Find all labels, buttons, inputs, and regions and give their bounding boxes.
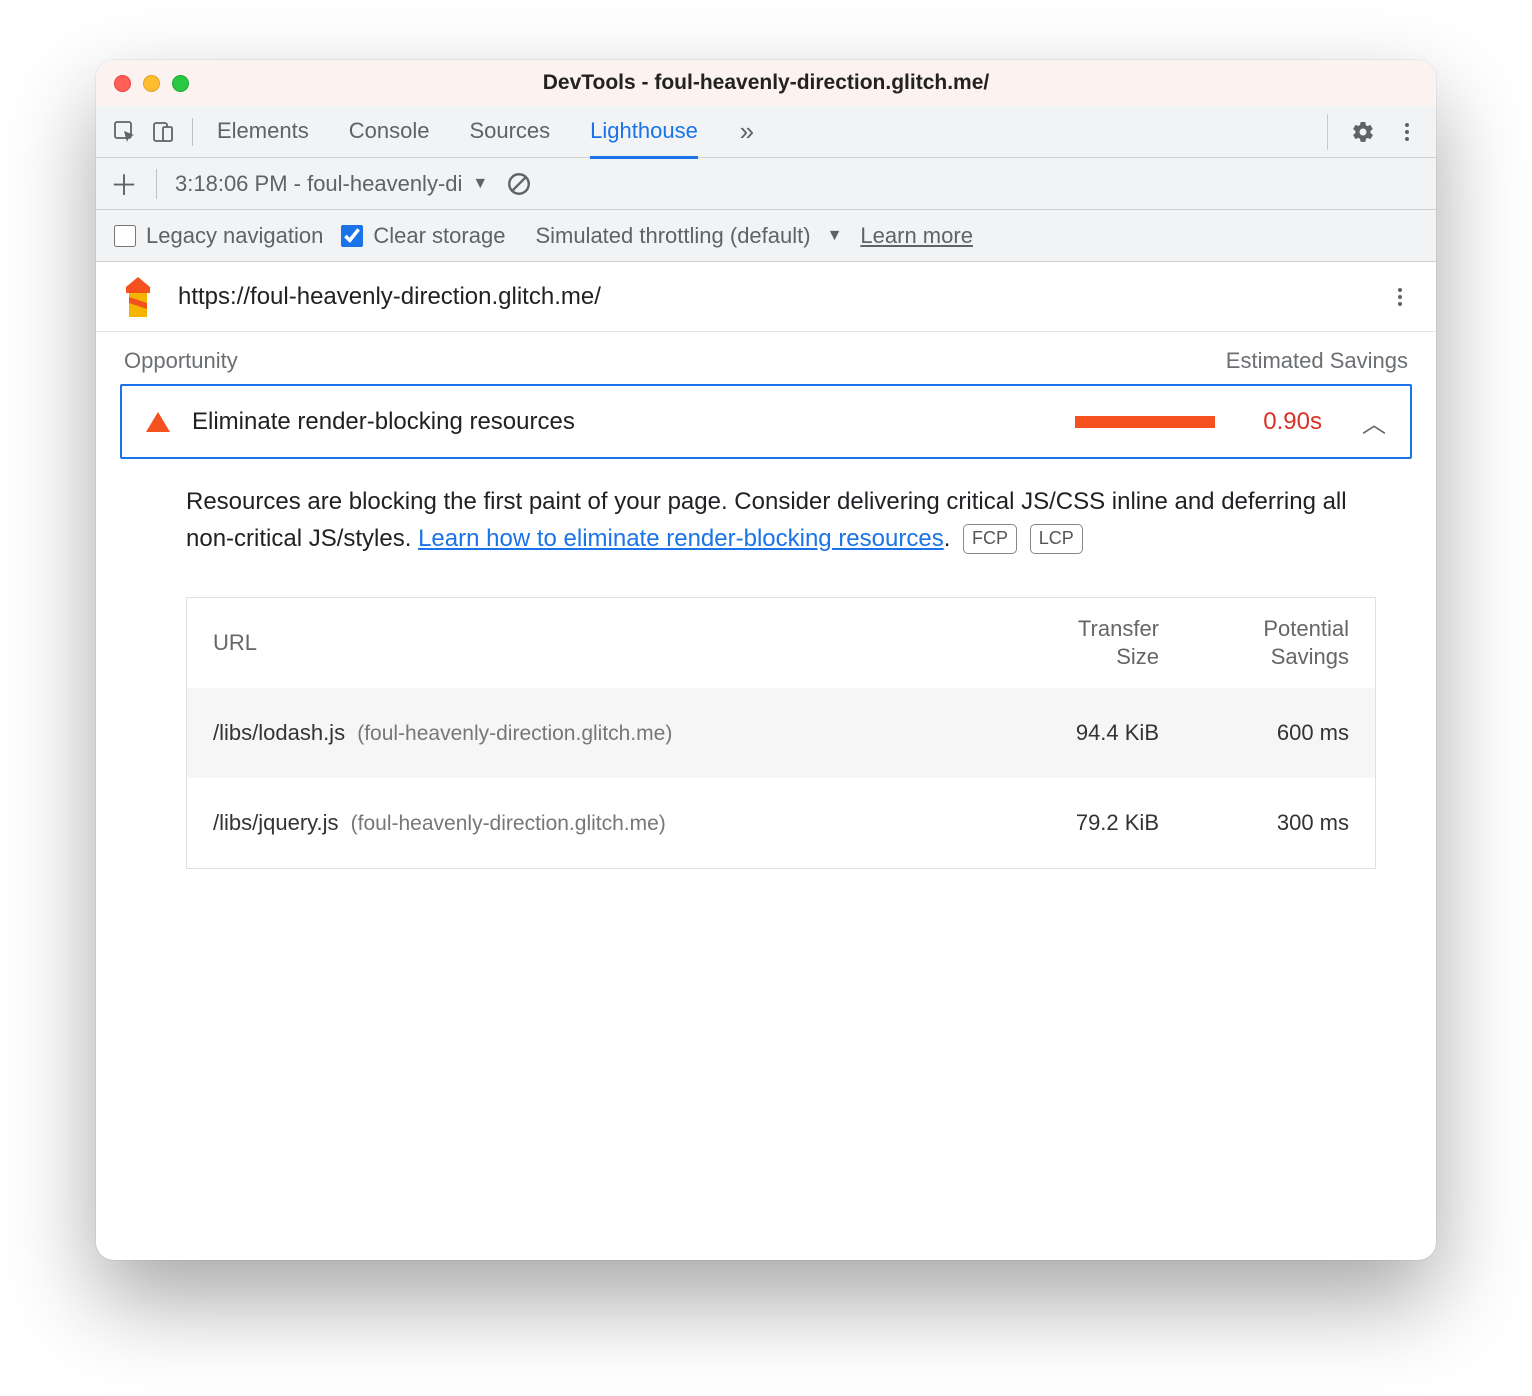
resource-host: (foul-heavenly-direction.glitch.me)	[351, 812, 666, 835]
legacy-navigation-input[interactable]	[114, 225, 136, 247]
settings-icon[interactable]	[1344, 113, 1382, 151]
minimize-window-button[interactable]	[143, 75, 160, 92]
chevron-down-icon: ▼	[472, 175, 488, 193]
legacy-navigation-label: Legacy navigation	[146, 223, 323, 249]
tab-sources[interactable]: Sources	[469, 106, 550, 158]
table-row: /libs/jquery.js (foul-heavenly-direction…	[187, 778, 1375, 868]
tab-elements[interactable]: Elements	[217, 106, 309, 158]
lighthouse-toolbar: ＋ 3:18:06 PM - foul-heavenly-di ▼	[96, 158, 1436, 210]
report-url: https://foul-heavenly-direction.glitch.m…	[178, 283, 601, 311]
audit-description: Resources are blocking the first paint o…	[96, 459, 1436, 557]
resource-size: 79.2 KiB	[969, 810, 1159, 836]
report-select-label: 3:18:06 PM - foul-heavenly-di	[175, 171, 462, 197]
fullscreen-window-button[interactable]	[172, 75, 189, 92]
audit-render-blocking[interactable]: Eliminate render-blocking resources 0.90…	[120, 384, 1412, 459]
devtools-window: DevTools - foul-heavenly-direction.glitc…	[96, 60, 1436, 1260]
divider	[156, 169, 157, 199]
audit-display-value: 0.90s	[1263, 408, 1322, 436]
panel-tabs: Elements Console Sources Lighthouse	[217, 106, 698, 158]
throttling-select[interactable]: Simulated throttling (default) ▼	[535, 223, 842, 249]
divider	[192, 118, 193, 146]
col-url: URL	[213, 630, 969, 656]
estimated-savings-heading: Estimated Savings	[1226, 348, 1408, 374]
clear-icon[interactable]	[506, 171, 532, 197]
savings-bar	[1075, 416, 1215, 428]
resource-savings: 300 ms	[1159, 810, 1349, 836]
opportunity-header-row: Opportunity Estimated Savings	[96, 332, 1436, 384]
inspect-element-icon[interactable]	[106, 113, 144, 151]
fail-triangle-icon	[146, 412, 170, 432]
table-row: /libs/lodash.js (foul-heavenly-direction…	[187, 688, 1375, 778]
traffic-lights	[114, 75, 189, 92]
col-potential-savings: PotentialSavings	[1159, 615, 1349, 672]
resource-host: (foul-heavenly-direction.glitch.me)	[357, 722, 672, 745]
resource-path: /libs/lodash.js	[213, 720, 345, 745]
tab-lighthouse[interactable]: Lighthouse	[590, 106, 698, 159]
new-report-button[interactable]: ＋	[110, 164, 138, 204]
chevron-down-icon: ▼	[827, 227, 843, 245]
throttling-label: Simulated throttling (default)	[535, 223, 810, 249]
legacy-navigation-checkbox[interactable]: Legacy navigation	[114, 223, 323, 249]
opportunity-heading: Opportunity	[124, 348, 238, 374]
metric-tag-fcp: FCP	[963, 524, 1017, 554]
kebab-menu-icon[interactable]	[1388, 113, 1426, 151]
resource-savings: 600 ms	[1159, 720, 1349, 746]
main-tabs-row: Elements Console Sources Lighthouse »	[96, 106, 1436, 158]
audit-title: Eliminate render-blocking resources	[192, 408, 575, 436]
resource-size: 94.4 KiB	[969, 720, 1159, 746]
table-header-row: URL TransferSize PotentialSavings	[187, 598, 1375, 688]
window-title: DevTools - foul-heavenly-direction.glitc…	[96, 71, 1436, 95]
lighthouse-settings-row: Legacy navigation Clear storage Simulate…	[96, 210, 1436, 262]
report-menu-icon[interactable]	[1388, 285, 1412, 309]
divider	[1327, 114, 1328, 150]
audit-description-link[interactable]: Learn how to eliminate render-blocking r…	[418, 525, 944, 552]
learn-more-link[interactable]: Learn more	[860, 223, 973, 249]
audit-resources-table: URL TransferSize PotentialSavings /libs/…	[186, 597, 1376, 869]
more-tabs-icon[interactable]: »	[728, 113, 766, 151]
metric-tag-lcp: LCP	[1030, 524, 1083, 554]
close-window-button[interactable]	[114, 75, 131, 92]
report-select[interactable]: 3:18:06 PM - foul-heavenly-di ▼	[175, 171, 488, 197]
audit-description-suffix: .	[944, 525, 951, 552]
chevron-up-icon[interactable]: ︿	[1362, 404, 1386, 439]
report-url-row: https://foul-heavenly-direction.glitch.m…	[96, 262, 1436, 332]
clear-storage-checkbox[interactable]: Clear storage	[341, 223, 505, 249]
resource-path: /libs/jquery.js	[213, 810, 339, 835]
tab-console[interactable]: Console	[349, 106, 430, 158]
titlebar: DevTools - foul-heavenly-direction.glitc…	[96, 60, 1436, 106]
col-transfer-size: TransferSize	[969, 615, 1159, 672]
device-toolbar-icon[interactable]	[144, 113, 182, 151]
clear-storage-label: Clear storage	[373, 223, 505, 249]
clear-storage-input[interactable]	[341, 225, 363, 247]
lighthouse-icon	[120, 277, 156, 317]
